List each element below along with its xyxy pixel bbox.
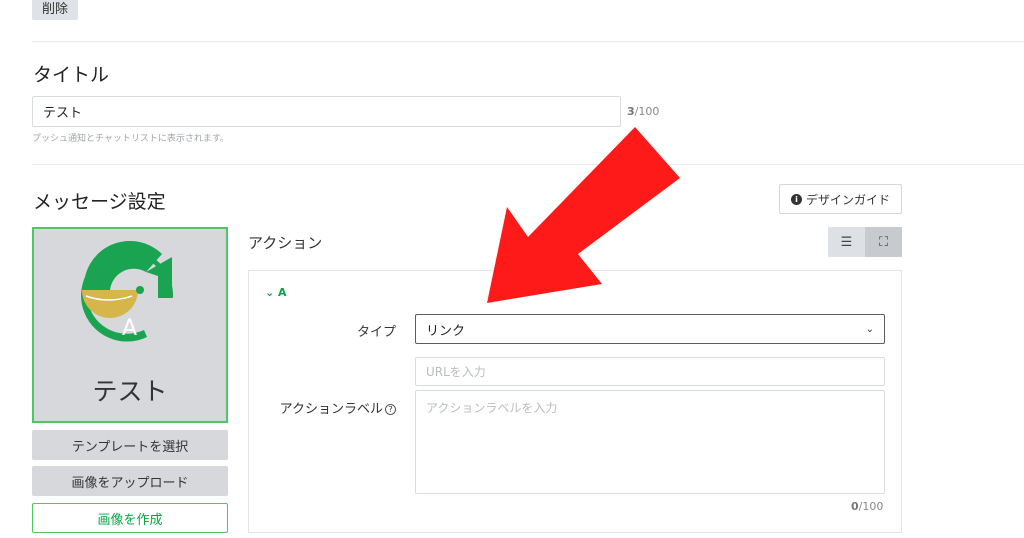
red-arrow-annotation	[487, 127, 680, 303]
